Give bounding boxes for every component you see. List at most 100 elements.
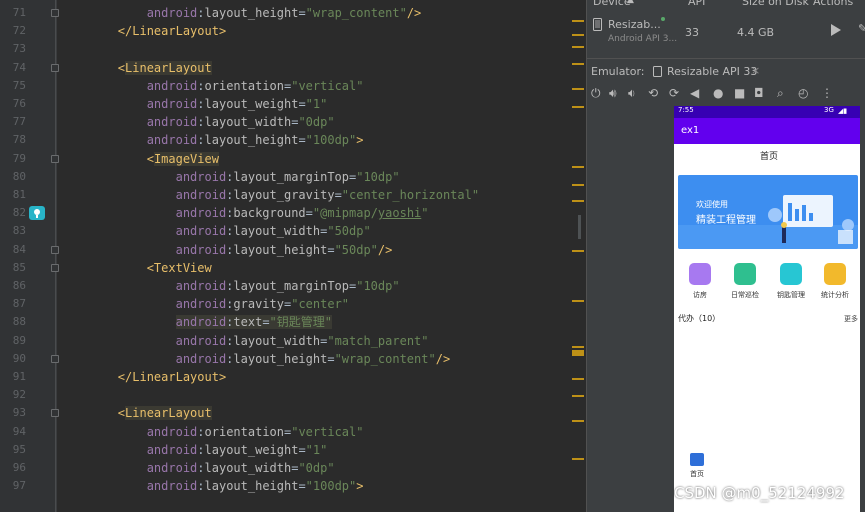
snapshot-icon[interactable]: ◴ [798,86,808,100]
code-line[interactable]: android:text="钥匙管理" [60,313,332,331]
code-line[interactable]: android:background="@mipmap/yaoshi" [60,204,429,222]
code-line[interactable]: <LinearLayout [60,404,212,422]
zoom-icon[interactable]: ⌕ [777,86,784,101]
warning-marker[interactable] [572,395,584,397]
line-number: 75 [12,78,26,92]
code-line[interactable]: android:layout_width="0dp" [60,459,335,477]
signal-icon: ◢▮ [838,107,848,115]
phone-screen[interactable]: 7:55 3G ◢▮ ex1 首页 欢迎使用 精装工程管理 访房 日常巡检 钥匙… [674,106,860,512]
nav-home-label[interactable]: 首页 [690,469,704,479]
line-number: 80 [12,169,26,183]
warning-marker[interactable] [572,106,584,108]
warning-marker[interactable] [572,378,584,380]
col-api[interactable]: API [688,0,705,8]
fold-marker-icon[interactable] [51,263,59,272]
code-line[interactable]: android:layout_height="50dp"/> [60,241,393,259]
warning-marker[interactable] [572,458,584,460]
close-icon[interactable]: × [751,64,760,77]
line-number: 95 [12,442,26,456]
code-line[interactable]: android:layout_marginTop="10dp" [60,168,400,186]
code-line[interactable]: android:layout_height="100dp"> [60,477,364,495]
app-title: ex1 [681,125,700,136]
line-number: 74 [12,60,26,74]
code-line[interactable]: <ImageView [60,150,219,168]
code-line[interactable]: </LinearLayout> [60,368,226,386]
rotate-right-icon[interactable]: ⟳ [669,86,679,100]
banner-line1: 欢迎使用 [696,200,728,209]
overview-icon[interactable]: ■ [734,86,745,100]
emulator-toolbar: ⏻ 🔊︎ 🔉︎ ⟲ ⟳ ◀ ● ■ ◘ ⌕ ◴ ⋮ [587,84,865,104]
fold-marker-icon[interactable] [51,409,59,418]
warning-marker[interactable] [572,46,584,48]
warning-marker[interactable] [572,166,584,168]
code-line[interactable]: android:layout_width="match_parent" [60,332,429,350]
room-visit-icon[interactable] [689,263,711,285]
more-link[interactable]: 更多 [844,314,858,324]
line-number: 86 [12,279,26,292]
fold-marker-icon[interactable] [51,245,59,254]
code-line[interactable]: android:layout_gravity="center_horizonta… [60,186,479,204]
code-line[interactable]: android:orientation="vertical" [60,77,364,95]
camera-icon[interactable]: ◘ [754,86,764,100]
code-line[interactable]: <TextView [60,259,212,277]
back-icon[interactable]: ◀ [690,86,699,100]
device-row[interactable]: Resizab... Android API 3... 33 4.4 GB ✎ [587,10,865,54]
warning-marker[interactable] [572,420,584,422]
code-line[interactable]: android:layout_width="50dp" [60,222,371,240]
rotate-left-icon[interactable]: ⟲ [648,86,658,100]
code-line[interactable]: android:gravity="center" [60,295,349,313]
volume-down-icon[interactable]: 🔉︎ [628,86,636,101]
col-actions[interactable]: Actions [813,0,853,8]
device-icon [653,66,662,77]
warning-marker[interactable] [572,200,584,202]
code-editor[interactable]: android:layout_height="wrap_content"/> <… [0,0,586,512]
code-line[interactable]: android:layout_width="0dp" [60,113,335,131]
home-icon[interactable]: ● [713,86,723,100]
col-size[interactable]: Size on Disk [742,0,809,8]
more-options-icon[interactable]: ⋮ [821,86,833,100]
warning-marker[interactable] [572,63,584,65]
code-line[interactable]: android:layout_height="100dp"> [60,131,364,149]
warning-marker[interactable] [572,88,584,90]
line-number: 72 [12,24,26,38]
volume-up-icon[interactable]: 🔊︎ [609,86,617,101]
daily-inspection-icon[interactable] [734,263,756,285]
code-line[interactable]: </LinearLayout> [60,22,226,40]
warning-marker[interactable] [572,250,584,252]
scrollbar-marker[interactable] [572,346,584,358]
play-icon[interactable] [831,24,841,36]
fold-marker-icon[interactable] [51,354,59,363]
warning-marker[interactable] [572,20,584,22]
more-actions-icon[interactable]: ✎ [858,22,865,35]
warning-marker[interactable] [572,184,584,186]
watermark: CSDN @m0_52124992 [674,484,845,502]
quick-label-4: 统计分析 [821,291,849,299]
code-line[interactable]: android:layout_height="wrap_content"/> [60,4,422,22]
fold-marker-icon[interactable] [51,9,59,17]
code-line[interactable]: android:layout_height="wrap_content"/> [60,350,451,368]
online-status-dot [661,17,665,21]
line-number: 71 [12,6,26,19]
col-device[interactable]: Device [593,0,631,8]
warning-marker[interactable] [572,34,584,36]
status-time: 7:55 [678,106,694,114]
code-line[interactable]: android:orientation="vertical" [60,423,364,441]
line-number: 89 [12,333,26,347]
code-line[interactable]: <LinearLayout [60,59,212,77]
code-line[interactable]: android:layout_marginTop="10dp" [60,277,400,295]
statistics-icon[interactable] [824,263,846,285]
sort-up-icon: ▲ [627,0,634,5]
nav-home-icon[interactable] [690,453,704,466]
scrollbar-marker[interactable] [578,215,581,239]
key-management-icon[interactable] [780,263,802,285]
device-table-header: Device ▲ API Size on Disk Actions [587,0,865,8]
code-line[interactable]: android:layout_weight="1" [60,95,328,113]
fold-marker-icon[interactable] [51,154,59,163]
warning-marker[interactable] [572,300,584,302]
device-size: 4.4 GB [737,26,775,39]
editor-scrollbar[interactable] [568,0,586,512]
fold-marker-icon[interactable] [51,63,59,72]
lightbulb-icon[interactable] [29,206,45,220]
power-icon[interactable]: ⏻ [591,86,601,101]
code-line[interactable]: android:layout_weight="1" [60,441,328,459]
